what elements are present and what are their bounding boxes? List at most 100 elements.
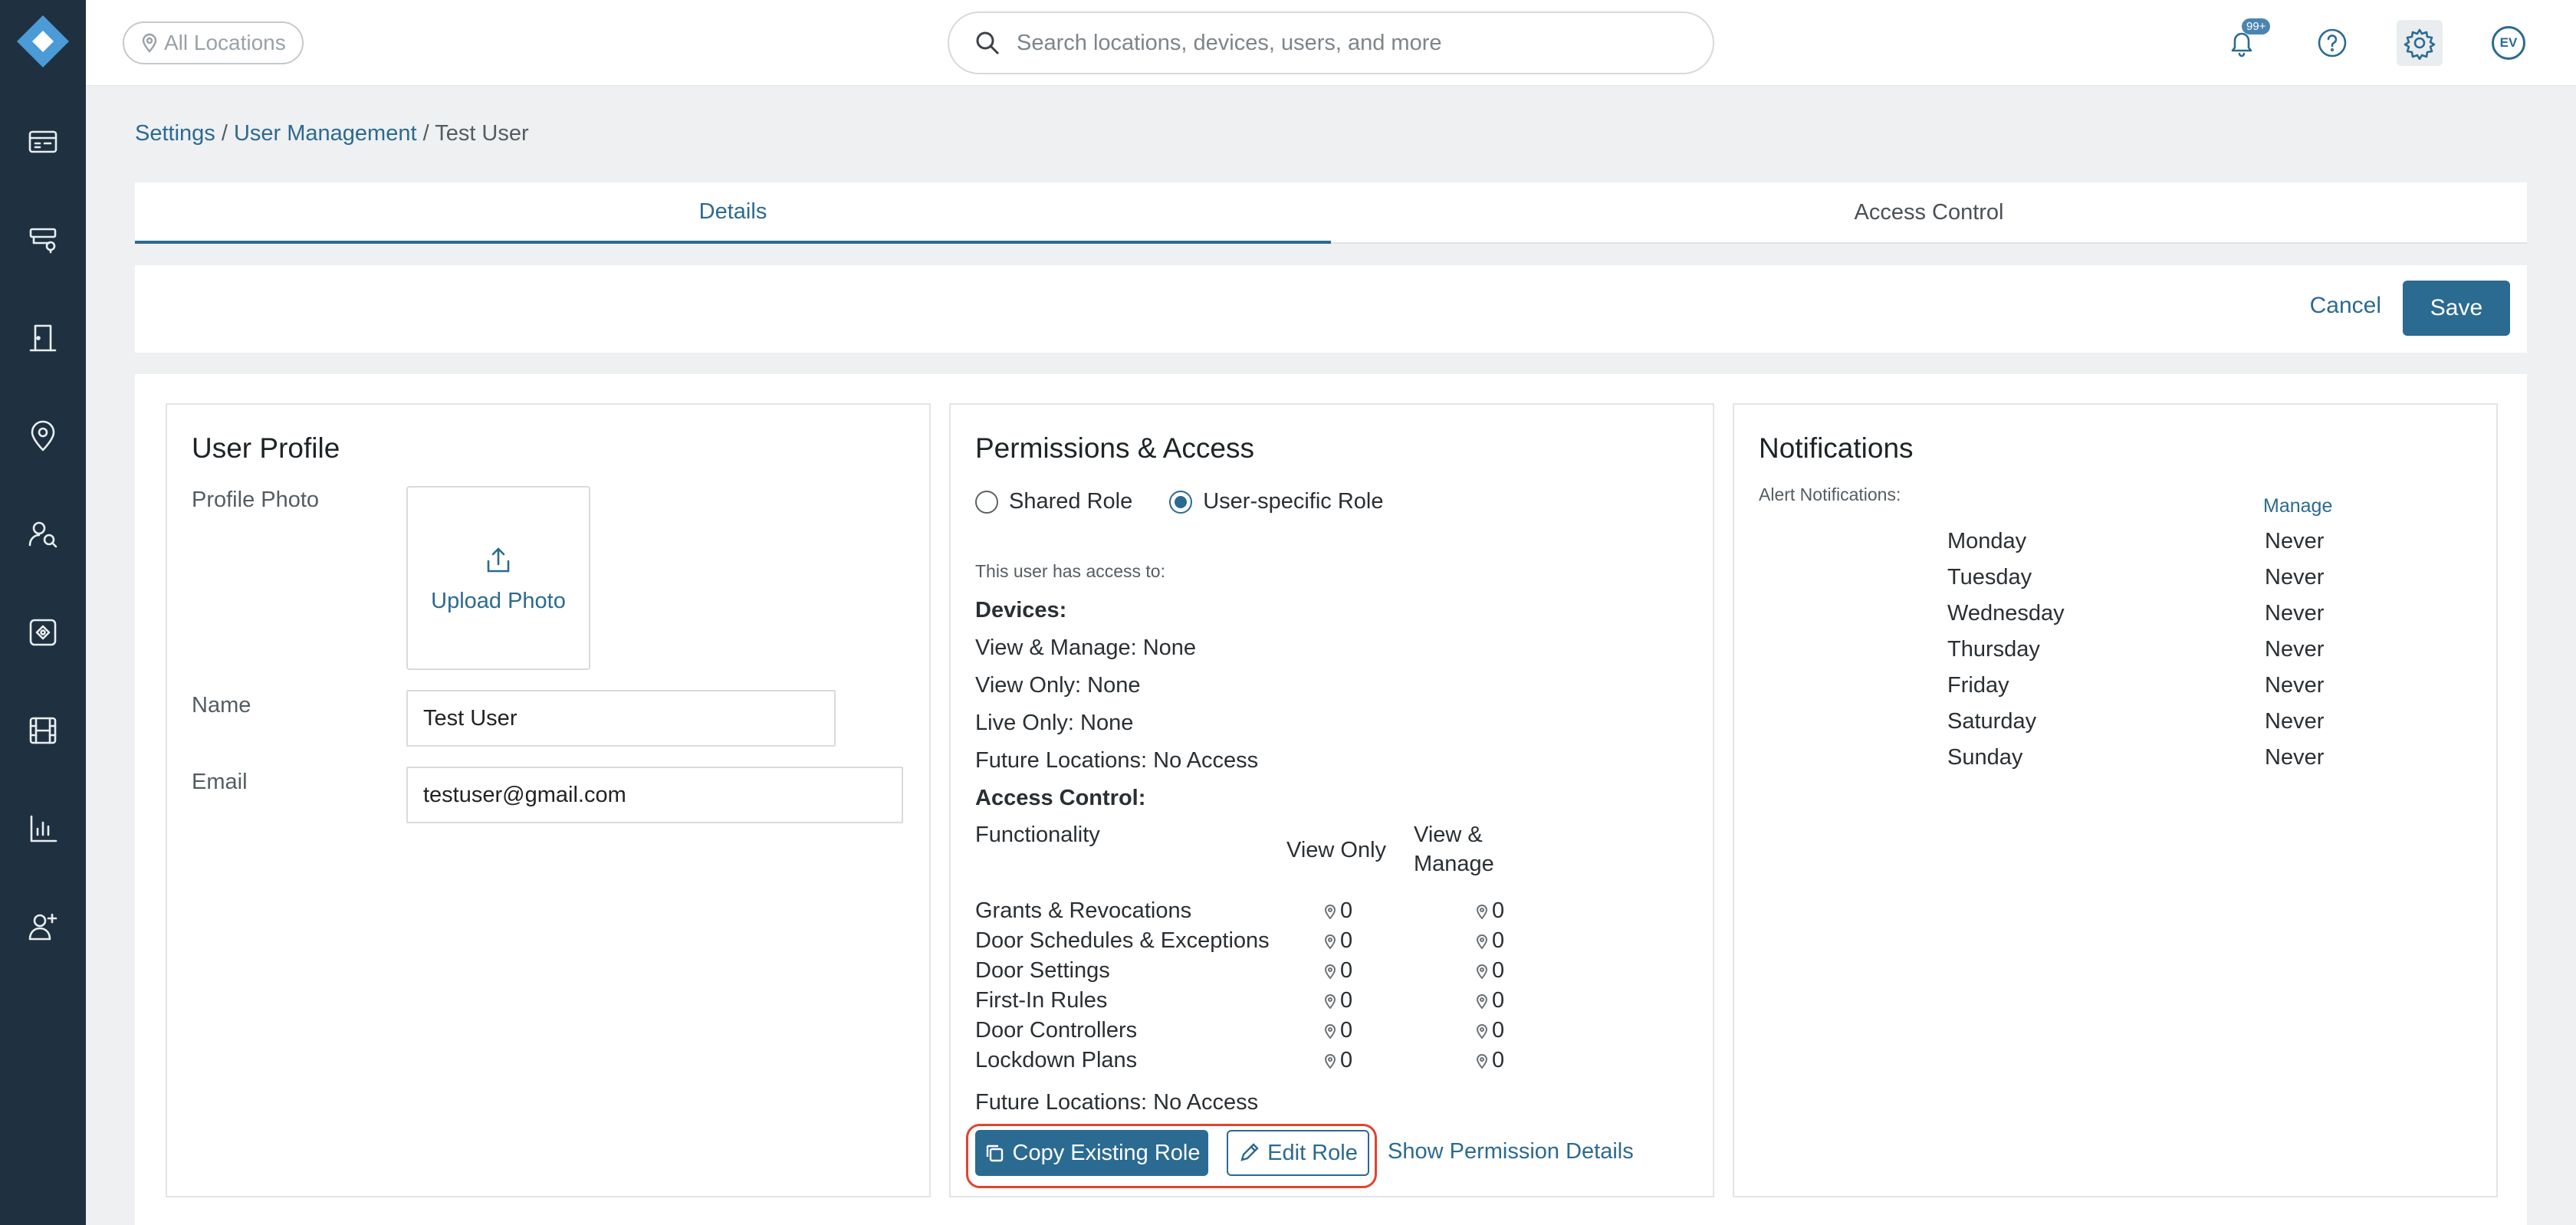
device-permission: View Only: None <box>975 673 1141 698</box>
location-pin-icon <box>1324 964 1336 979</box>
tab-details[interactable]: Details <box>135 182 1331 244</box>
count-value: 0 <box>1492 898 1505 923</box>
list-item: Friday Never <box>1947 673 2377 698</box>
email-label: Email <box>192 770 248 794</box>
view-only-count[interactable]: 0 <box>1323 1018 1352 1043</box>
cancel-button[interactable]: Cancel <box>2310 293 2381 319</box>
user-specific-role-radio[interactable] <box>1169 490 1193 514</box>
view-only-count[interactable]: 0 <box>1323 988 1352 1013</box>
user-menu-button[interactable]: EV <box>2486 20 2532 66</box>
view-only-count[interactable]: 0 <box>1323 1048 1352 1073</box>
notifications-card: Notifications Alert Notifications: Manag… <box>1733 403 2498 1197</box>
dashboard-icon[interactable] <box>21 120 64 163</box>
app-logo[interactable] <box>15 14 71 69</box>
people-search-icon[interactable] <box>21 513 64 556</box>
future-locations-text: Future Locations: No Access <box>975 1090 1259 1115</box>
devices-icon[interactable] <box>21 218 64 261</box>
gear-icon <box>2404 28 2436 60</box>
copy-existing-role-label: Copy Existing Role <box>1012 1140 1201 1165</box>
count-value: 0 <box>1492 988 1505 1013</box>
video-icon[interactable] <box>21 709 64 752</box>
breadcrumb: Settings / User Management / Test User <box>135 121 529 146</box>
tab-access-control[interactable]: Access Control <box>1331 182 2527 244</box>
table-row: Lockdown Plans 0 0 <box>975 1048 1558 1078</box>
view-manage-header: View & Manage <box>1414 820 1494 879</box>
view-manage-header-line: View & <box>1414 823 1483 847</box>
access-intro: This user has access to: <box>975 561 1165 581</box>
breadcrumb-separator: / <box>215 121 234 146</box>
location-pin-icon <box>1476 964 1488 979</box>
list-item: Monday Never <box>1947 529 2377 554</box>
table-row: Door Schedules & Exceptions 0 0 <box>975 928 1558 958</box>
view-manage-count[interactable]: 0 <box>1475 1018 1504 1043</box>
add-user-icon[interactable] <box>21 905 64 948</box>
save-button[interactable]: Save <box>2403 281 2510 336</box>
device-permission: View & Manage: None <box>975 635 1197 660</box>
table-row: Grants & Revocations 0 0 <box>975 898 1558 928</box>
day-name: Sunday <box>1947 745 2023 770</box>
view-manage-count[interactable]: 0 <box>1475 1048 1504 1073</box>
breadcrumb-current: Test User <box>435 121 529 146</box>
count-value: 0 <box>1340 988 1353 1013</box>
location-pin-icon <box>1476 1023 1488 1039</box>
shared-role-radio[interactable] <box>975 490 998 514</box>
view-manage-count[interactable]: 0 <box>1475 898 1504 924</box>
name-field[interactable] <box>406 690 836 747</box>
analytics-icon[interactable] <box>21 807 64 850</box>
breadcrumb-settings-link[interactable]: Settings <box>135 121 215 146</box>
edit-role-button[interactable]: Edit Role <box>1227 1130 1369 1176</box>
tab-bar: Details Access Control <box>135 182 2527 244</box>
edit-role-label: Edit Role <box>1267 1140 1358 1165</box>
view-manage-count[interactable]: 0 <box>1475 988 1504 1013</box>
breadcrumb-user-management-link[interactable]: User Management <box>234 121 417 146</box>
upload-icon <box>487 547 510 572</box>
location-pin-icon <box>1476 934 1488 949</box>
notifications-title: Notifications <box>1759 432 1914 464</box>
location-pin-icon <box>1324 904 1336 919</box>
settings-button[interactable] <box>2397 20 2443 66</box>
view-manage-header-line: Manage <box>1414 852 1494 876</box>
view-only-count[interactable]: 0 <box>1323 898 1352 924</box>
email-field[interactable] <box>406 767 903 823</box>
view-only-count[interactable]: 0 <box>1323 928 1352 954</box>
location-pin-icon <box>1476 1053 1488 1069</box>
view-only-count[interactable]: 0 <box>1323 958 1352 984</box>
count-value: 0 <box>1340 958 1353 983</box>
avatar: EV <box>2492 26 2525 60</box>
location-pin-icon <box>1324 1023 1336 1039</box>
door-icon[interactable] <box>21 317 64 360</box>
location-filter[interactable]: All Locations <box>123 21 304 64</box>
day-name: Thursday <box>1947 637 2040 662</box>
access-icon[interactable] <box>21 611 64 654</box>
shared-role-label[interactable]: Shared Role <box>1009 489 1132 514</box>
name-label: Name <box>192 693 251 718</box>
user-specific-role-label[interactable]: User-specific Role <box>1203 489 1383 514</box>
day-name: Wednesday <box>1947 601 2065 626</box>
view-manage-count[interactable]: 0 <box>1475 928 1504 954</box>
location-pin-icon <box>1476 993 1488 1009</box>
breadcrumb-separator: / <box>416 121 435 146</box>
show-permission-details-link[interactable]: Show Permission Details <box>1388 1139 1634 1164</box>
location-pin-icon <box>1324 993 1336 1009</box>
view-manage-count[interactable]: 0 <box>1475 958 1504 984</box>
help-icon <box>2318 28 2347 57</box>
device-permission: Live Only: None <box>975 711 1134 735</box>
functionality-name: First-In Rules <box>975 988 1108 1013</box>
list-item: Wednesday Never <box>1947 601 2377 626</box>
location-pin-icon <box>1324 934 1336 949</box>
count-value: 0 <box>1492 1048 1505 1072</box>
functionality-name: Door Controllers <box>975 1018 1138 1043</box>
help-button[interactable] <box>2309 20 2355 66</box>
count-value: 0 <box>1492 958 1505 983</box>
upload-photo-button[interactable]: Upload Photo <box>406 486 590 670</box>
notifications-button[interactable]: 99+ <box>2219 18 2271 66</box>
copy-existing-role-button[interactable]: Copy Existing Role <box>975 1130 1208 1176</box>
functionality-name: Lockdown Plans <box>975 1048 1138 1072</box>
access-control-heading: Access Control: <box>975 786 1146 810</box>
search-input[interactable] <box>1017 30 1676 56</box>
global-search[interactable] <box>948 11 1714 74</box>
location-icon[interactable] <box>21 415 64 458</box>
day-value: Never <box>2265 565 2325 590</box>
count-value: 0 <box>1492 928 1505 953</box>
manage-notifications-link[interactable]: Manage <box>2263 495 2332 517</box>
